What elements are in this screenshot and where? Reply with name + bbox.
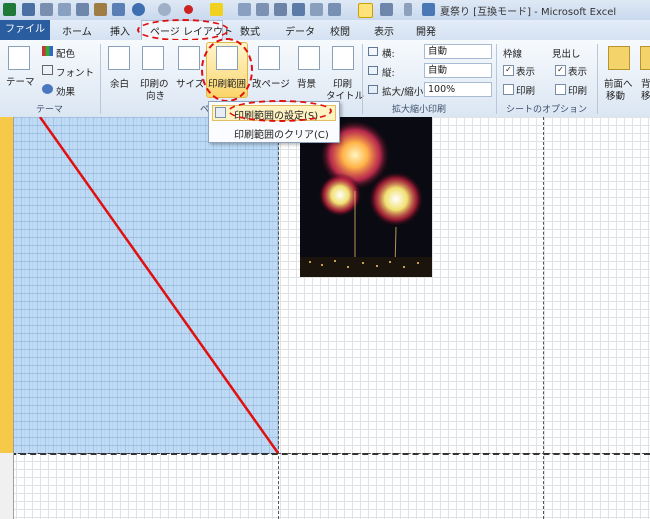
height-icon: [368, 66, 378, 75]
quick-access-icon[interactable]: [274, 3, 287, 16]
quick-access-icon[interactable]: [76, 3, 89, 16]
quick-access-icon[interactable]: [256, 3, 269, 16]
customize-qat-icon[interactable]: [404, 3, 412, 16]
width-dropdown[interactable]: 自動: [424, 44, 492, 59]
background-label[interactable]: 背景: [297, 76, 316, 90]
scale-label: 拡大/縮小:: [382, 87, 427, 98]
print-titles-label-line2[interactable]: タイトル: [326, 88, 364, 102]
background-icon[interactable]: [298, 46, 320, 70]
orientation-label-line2[interactable]: 向き: [146, 88, 165, 102]
tab-file[interactable]: ファイル: [0, 20, 50, 40]
headings-view-checkbox[interactable]: ✓: [555, 65, 566, 76]
menu-item-clear-print-area[interactable]: 印刷範囲のクリア(C): [234, 126, 329, 141]
excel-app-icon[interactable]: [3, 3, 16, 16]
size-label[interactable]: サイズ: [176, 76, 204, 90]
group-label-theme: テーマ: [36, 105, 64, 115]
send-backward-icon[interactable]: [640, 46, 650, 70]
quick-access-icon[interactable]: [358, 3, 373, 18]
effects-icon[interactable]: [42, 84, 53, 94]
margins-icon[interactable]: [108, 46, 130, 70]
red-diagonal-line: [38, 117, 280, 454]
tab-insert[interactable]: 挿入: [110, 23, 130, 38]
tab-data[interactable]: データ: [285, 23, 315, 38]
tab-developer[interactable]: 開発: [416, 23, 436, 38]
group-label-scale: 拡大縮小印刷: [392, 105, 447, 115]
group-separator: [597, 44, 598, 114]
font-color-icon[interactable]: [184, 5, 193, 14]
colors-label[interactable]: 配色: [56, 46, 75, 60]
quick-access-icon[interactable]: [328, 3, 341, 16]
tab-formulas[interactable]: 数式: [240, 23, 260, 38]
tab-highlight-circle: [137, 19, 229, 41]
colors-icon[interactable]: [42, 46, 53, 56]
bring-forward-label-line2[interactable]: 移動: [606, 88, 625, 102]
size-icon[interactable]: [178, 46, 200, 70]
title-bar: 夏祭り [互換モード] - Microsoft Excel: [0, 0, 650, 21]
print-preview-icon[interactable]: [58, 3, 71, 16]
gridlines-label: 枠線: [503, 49, 523, 60]
headings-label: 見出し: [552, 49, 581, 60]
gridlines-print-checkbox[interactable]: [503, 84, 514, 95]
scale-icon: [368, 85, 378, 94]
height-dropdown[interactable]: 自動: [424, 63, 492, 78]
format-painter-icon[interactable]: [94, 3, 107, 16]
fonts-label[interactable]: フォント: [56, 65, 94, 79]
quick-access-icon[interactable]: [112, 3, 125, 16]
orientation-icon[interactable]: [142, 46, 164, 70]
width-icon: [368, 47, 378, 56]
ribbon-tabs: ファイル ホーム 挿入 ページ レイアウト 数式 データ 校閲 表示 開発: [0, 20, 650, 40]
print-icon[interactable]: [40, 3, 53, 16]
fonts-icon[interactable]: [42, 65, 53, 75]
highlight-icon[interactable]: [210, 3, 223, 16]
group-separator: [100, 44, 101, 114]
window-title: 夏祭り [互換モード] - Microsoft Excel: [440, 7, 617, 18]
quick-access-icon[interactable]: [310, 3, 323, 16]
gridlines-view-label[interactable]: 表示: [516, 64, 535, 78]
quick-access-icon[interactable]: [380, 3, 393, 16]
redo-icon[interactable]: [158, 3, 171, 16]
headings-print-checkbox[interactable]: [555, 84, 566, 95]
menu-highlight-circle: [228, 100, 332, 122]
tab-view[interactable]: 表示: [374, 23, 394, 38]
breaks-icon[interactable]: [258, 46, 280, 70]
set-print-area-icon: [215, 107, 226, 118]
margins-label[interactable]: 余白: [110, 76, 129, 90]
save-icon[interactable]: [22, 3, 35, 16]
width-label: 横:: [382, 49, 395, 60]
print-titles-icon[interactable]: [332, 46, 354, 70]
print-area-highlight-circle: [201, 38, 253, 102]
headings-print-label[interactable]: 印刷: [568, 83, 587, 97]
quick-access-icon[interactable]: [422, 3, 435, 16]
tab-review[interactable]: 校閲: [330, 23, 350, 38]
undo-icon[interactable]: [132, 3, 145, 16]
bring-forward-icon[interactable]: [608, 46, 630, 70]
group-label-sheet-options: シートのオプション: [506, 105, 588, 115]
themes-label[interactable]: テーマ: [6, 74, 35, 88]
headings-view-label[interactable]: 表示: [568, 64, 587, 78]
scale-spinner[interactable]: 100%: [424, 82, 492, 97]
gridlines-print-label[interactable]: 印刷: [516, 83, 535, 97]
group-separator: [496, 44, 497, 114]
gridlines-view-checkbox[interactable]: ✓: [503, 65, 514, 76]
group-separator: [362, 44, 363, 114]
effects-label[interactable]: 効果: [56, 84, 75, 98]
quick-access-icon[interactable]: [238, 3, 251, 16]
height-label: 縦:: [382, 68, 395, 79]
quick-access-icon[interactable]: [292, 3, 305, 16]
tab-home[interactable]: ホーム: [62, 23, 92, 38]
breaks-label[interactable]: 改ページ: [252, 76, 290, 90]
themes-icon[interactable]: [8, 46, 30, 70]
send-backward-label-line2[interactable]: 移: [641, 88, 650, 102]
